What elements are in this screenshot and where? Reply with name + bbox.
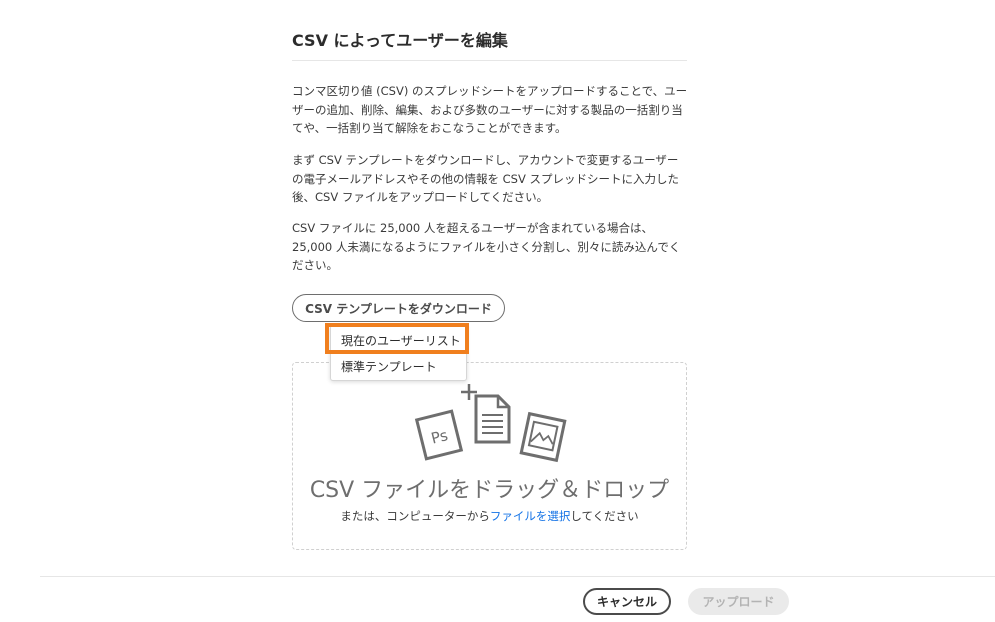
add-document-icon — [461, 384, 511, 444]
upload-button[interactable]: アップロード — [688, 588, 789, 615]
image-file-icon — [519, 411, 567, 463]
limit-paragraph: CSV ファイルに 25,000 人を超えるユーザーが含まれている場合は、25,… — [292, 221, 681, 272]
drop-zone-illustration: Ps — [414, 384, 567, 463]
csv-edit-dialog: CSV によってユーザーを編集 コンマ区切り値 (CSV) のスプレッドシートを… — [0, 0, 995, 622]
drop-subtitle-suffix: してください — [570, 509, 639, 523]
drop-subtitle-prefix: または、コンピューターから — [340, 509, 490, 523]
drop-zone-subtitle: または、コンピューターからファイルを選択してください — [292, 507, 687, 525]
cancel-button[interactable]: キャンセル — [583, 588, 671, 615]
template-dropdown-menu: 現在のユーザーリスト 標準テンプレート — [330, 325, 467, 381]
menu-item-standard-template[interactable]: 標準テンプレート — [341, 359, 437, 375]
menu-item-current-user-list[interactable]: 現在のユーザーリスト — [341, 333, 461, 349]
title-divider — [292, 60, 687, 61]
select-file-link[interactable]: ファイルを選択 — [490, 509, 571, 523]
description-paragraph: コンマ区切り値 (CSV) のスプレッドシートをアップロードすることで、ユーザー… — [292, 84, 688, 135]
drop-zone-title: CSV ファイルをドラッグ＆ドロップ — [309, 478, 670, 503]
download-template-button[interactable]: CSV テンプレートをダウンロード — [292, 294, 505, 322]
dialog-title: CSV によってユーザーを編集 — [292, 31, 508, 50]
footer-divider — [40, 576, 995, 577]
instruction-paragraph: まず CSV テンプレートをダウンロードし、アカウントで変更するユーザーの電子メ… — [292, 153, 680, 204]
photoshop-file-icon: Ps — [414, 409, 464, 461]
